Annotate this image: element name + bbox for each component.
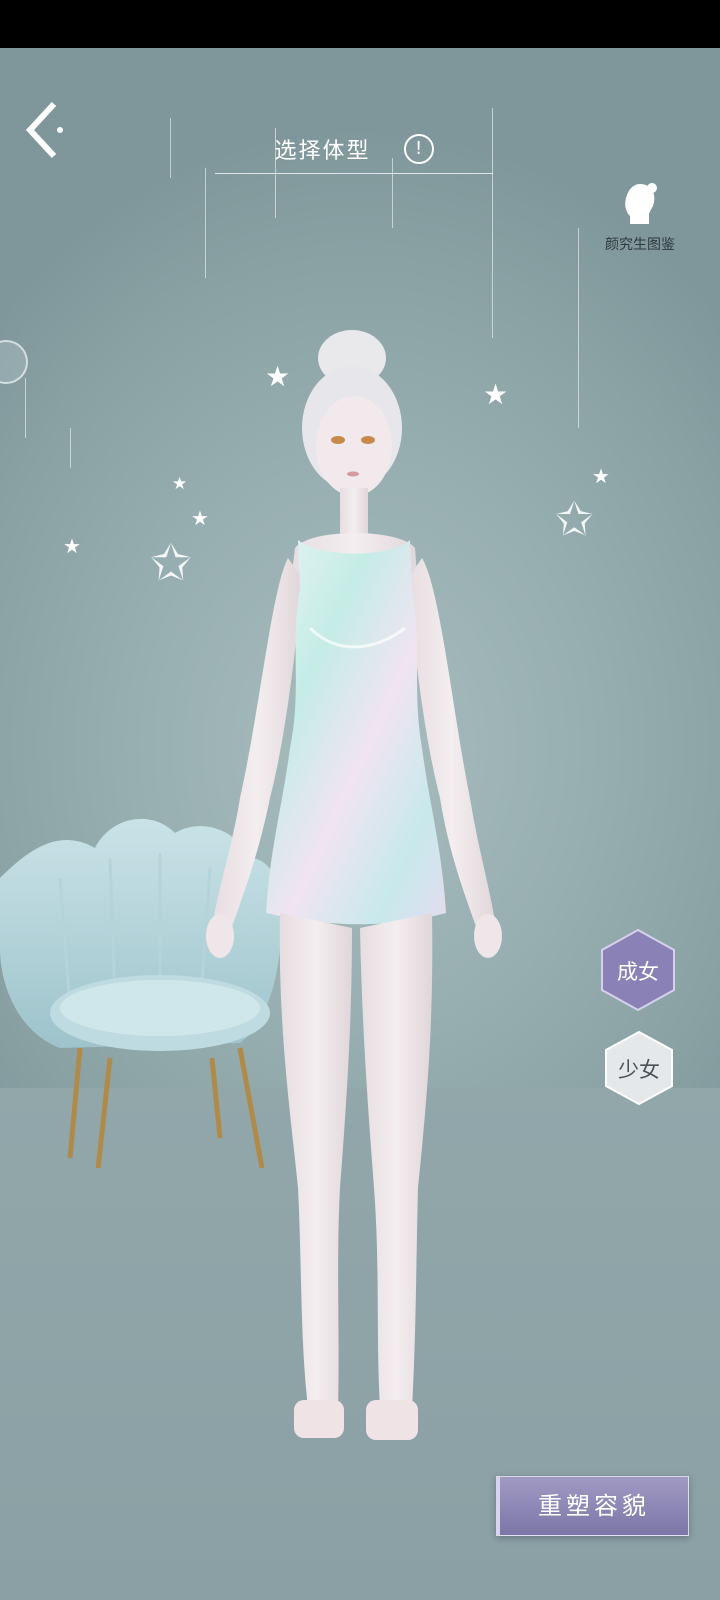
body-type-young-label: 少女 [618,1058,660,1082]
star-sparkle: ★ [63,534,81,558]
prototype-label: 颜究生图鉴 [605,237,675,253]
title-underline [215,173,493,174]
light-streak [170,118,171,178]
light-streak [205,168,206,278]
star-outline: ✩ [555,492,594,546]
star-outline: ✩ [150,534,192,592]
character-scene: ★ ★ ★ ★ ★ ★ ✩ ✩ [0,48,720,1600]
body-type-mature-button[interactable]: 成女 [600,928,676,1012]
reshape-appearance-button[interactable]: 重塑容貌 [496,1476,689,1536]
body-type-mature-label: 成女 [617,960,659,984]
page-title: 选择体型 [274,139,371,164]
chevron-left-icon [25,101,63,159]
star-sparkle: ★ [592,464,610,488]
light-streak [70,428,71,468]
star-sparkle: ★ [172,474,188,494]
prototype-gallery-button[interactable]: 颜究生图鉴 [590,180,690,260]
reshape-appearance-label: 重塑容貌 [538,1492,650,1520]
character-model [206,330,502,1440]
light-streak [578,228,579,428]
light-streak [25,378,26,438]
page-header: 选择体型 ! [215,125,493,181]
info-icon[interactable]: ! [403,134,434,164]
back-button[interactable] [22,98,70,162]
body-type-young-button[interactable]: 少女 [604,1030,674,1106]
status-bar [0,0,720,48]
head-silhouette-icon [625,183,657,224]
